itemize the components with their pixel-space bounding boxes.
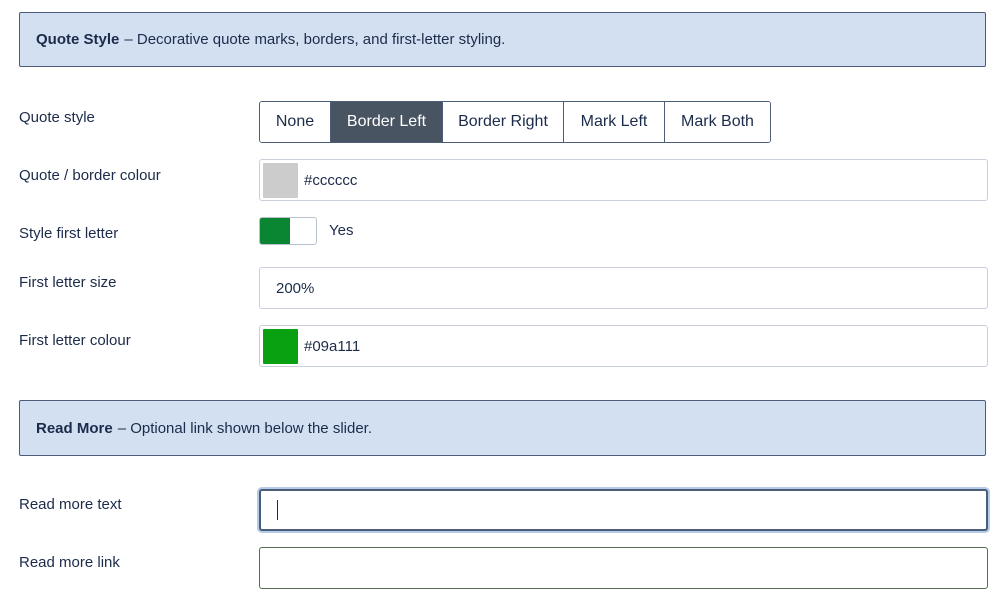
section-description: – Decorative quote marks, borders, and f… bbox=[124, 31, 506, 48]
read-more-link-input[interactable] bbox=[259, 547, 988, 589]
read-more-text-label: Read more text bbox=[19, 496, 122, 513]
first-letter-colour-swatch[interactable] bbox=[263, 328, 298, 364]
border-colour-label: Quote / border colour bbox=[19, 167, 161, 184]
border-colour-swatch[interactable] bbox=[263, 162, 298, 198]
quote-style-section-header: Quote Style – Decorative quote marks, bo… bbox=[19, 12, 986, 67]
quote-style-button-group: None Border Left Border Right Mark Left … bbox=[259, 101, 771, 143]
toggle-knob bbox=[260, 218, 290, 244]
section-description: – Optional link shown below the slider. bbox=[117, 419, 372, 437]
first-letter-colour-field[interactable]: #09a111 bbox=[259, 325, 988, 367]
border-colour-field[interactable]: #cccccc bbox=[259, 159, 988, 201]
style-first-letter-toggle[interactable] bbox=[259, 217, 317, 245]
quote-style-option-mark-both[interactable]: Mark Both bbox=[665, 102, 770, 142]
style-first-letter-state: Yes bbox=[329, 222, 354, 239]
quote-style-option-border-right[interactable]: Border Right bbox=[443, 102, 564, 142]
read-more-link-label: Read more link bbox=[19, 554, 120, 571]
section-title: Quote Style bbox=[36, 31, 120, 48]
first-letter-size-label: First letter size bbox=[19, 274, 117, 291]
quote-style-option-border-left[interactable]: Border Left bbox=[331, 102, 443, 142]
text-caret bbox=[277, 500, 278, 520]
border-colour-value: #cccccc bbox=[304, 171, 358, 189]
quote-style-option-mark-left[interactable]: Mark Left bbox=[564, 102, 665, 142]
first-letter-colour-label: First letter colour bbox=[19, 332, 131, 349]
read-more-text-input[interactable] bbox=[259, 489, 988, 531]
first-letter-size-input[interactable]: 200% bbox=[259, 267, 988, 309]
first-letter-size-value: 200% bbox=[276, 279, 315, 297]
section-title: Read More bbox=[36, 419, 113, 437]
quote-style-option-none[interactable]: None bbox=[260, 102, 331, 142]
read-more-section-header: Read More – Optional link shown below th… bbox=[19, 400, 986, 456]
style-first-letter-label: Style first letter bbox=[19, 225, 119, 242]
first-letter-colour-value: #09a111 bbox=[304, 337, 361, 355]
quote-style-label: Quote style bbox=[19, 109, 95, 126]
